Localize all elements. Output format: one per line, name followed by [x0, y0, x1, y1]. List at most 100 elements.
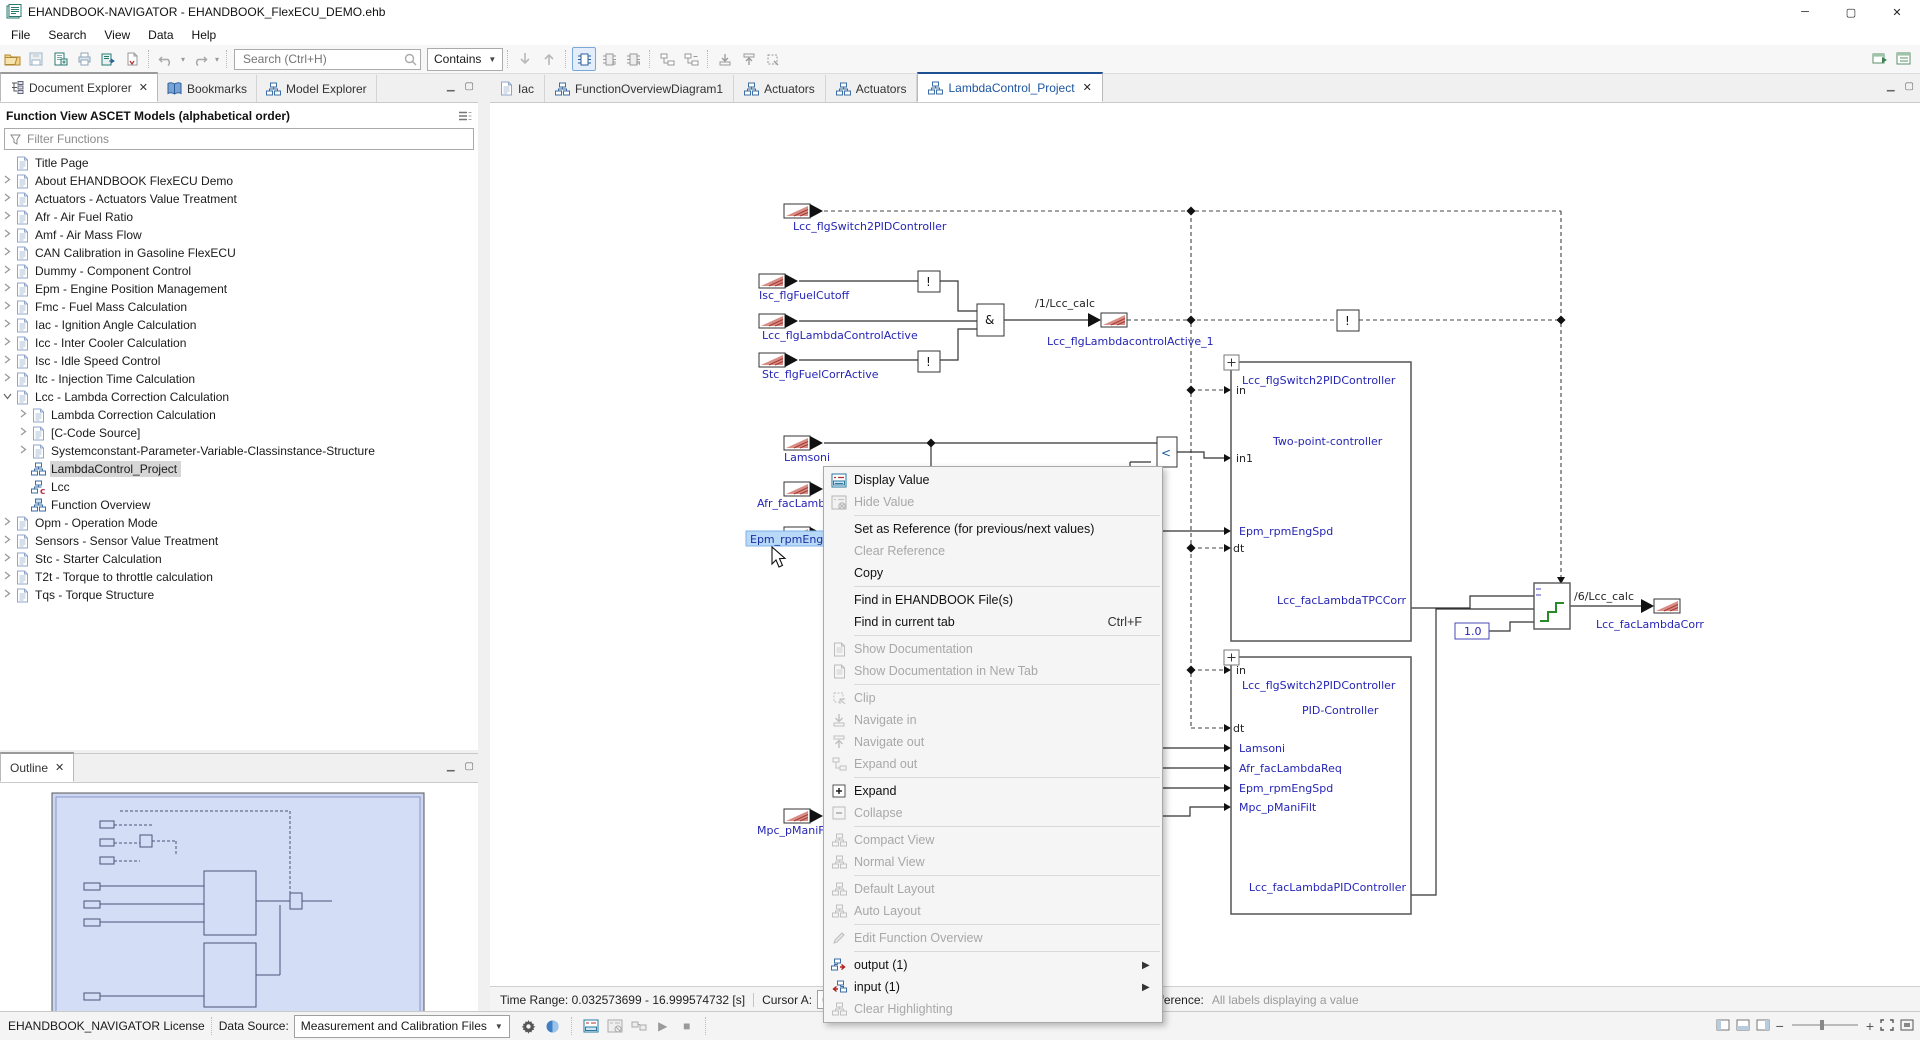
tree-item[interactable]: Fmc - Fuel Mass Calculation: [0, 298, 478, 316]
context-menu-item-copy[interactable]: Copy: [824, 562, 1162, 584]
pdf-export-button[interactable]: [121, 48, 143, 70]
tree-item[interactable]: Lambda Correction Calculation: [0, 406, 478, 424]
editor-tab-actuators[interactable]: Actuators: [826, 75, 918, 102]
expander-icon[interactable]: [0, 229, 14, 241]
diagram-values-tool-icon[interactable]: [628, 1015, 650, 1037]
search-input[interactable]: [241, 51, 404, 67]
tree-item[interactable]: Icc - Inter Cooler Calculation: [0, 334, 478, 352]
const-one-block[interactable]: 1.0: [1455, 623, 1489, 639]
redo-caret[interactable]: ▾: [212, 55, 222, 64]
save-button[interactable]: [25, 48, 47, 70]
expander-icon[interactable]: [0, 193, 14, 205]
tree-item[interactable]: Function Overview: [0, 496, 478, 514]
expander-icon[interactable]: [0, 175, 14, 187]
tree-item[interactable]: Lcc - Lambda Correction Calculation: [0, 388, 478, 406]
minimize-button[interactable]: ─: [1782, 0, 1828, 24]
minimize-panel-icon[interactable]: ▁: [1887, 81, 1895, 92]
maximize-panel-icon[interactable]: ▢: [465, 761, 474, 772]
two-point-controller-block[interactable]: Lcc_flgSwitch2PIDController in Two-point…: [1224, 355, 1411, 641]
close-icon[interactable]: ✕: [1083, 81, 1092, 94]
expander-icon[interactable]: [0, 301, 14, 313]
layout-left-icon[interactable]: [1716, 1019, 1730, 1034]
context-menu-item-set-as-reference-for-previous-next-values[interactable]: Set as Reference (for previous/next valu…: [824, 518, 1162, 540]
editor-tab-iac[interactable]: Iac: [490, 75, 545, 102]
pid-controller-block[interactable]: in Lcc_flgSwitch2PIDController PID-Contr…: [1224, 650, 1411, 914]
filter-functions-input[interactable]: Filter Functions: [4, 128, 474, 150]
tree-item[interactable]: cLcc: [0, 478, 478, 496]
navigate-in-toolbar-button[interactable]: [714, 48, 736, 70]
sink-lcc-faclambdacorr[interactable]: Lcc_facLambdaCorr: [1596, 599, 1704, 631]
minimize-panel-icon[interactable]: ▁: [447, 761, 455, 772]
tab-bookmarks[interactable]: Bookmarks: [158, 75, 257, 102]
not-block-1[interactable]: !: [918, 271, 940, 292]
close-icon[interactable]: ✕: [139, 81, 148, 94]
tree-item[interactable]: Sensors - Sensor Value Treatment: [0, 532, 478, 550]
source-epm-rpmengspd[interactable]: Epm_rpmEng: [746, 527, 828, 546]
settings-gear-icon[interactable]: [518, 1015, 540, 1037]
tree-item[interactable]: Stc - Starter Calculation: [0, 550, 478, 568]
close-icon[interactable]: ✕: [55, 761, 64, 774]
panel-splitter[interactable]: [478, 74, 490, 1012]
expander-icon[interactable]: [0, 265, 14, 277]
tree-item[interactable]: Opm - Operation Mode: [0, 514, 478, 532]
tree-item[interactable]: Title Page: [0, 154, 478, 172]
zoom-slider[interactable]: [1790, 1019, 1860, 1034]
minimize-panel-icon[interactable]: ▁: [447, 81, 455, 92]
print-button[interactable]: [73, 48, 95, 70]
menu-data[interactable]: Data: [139, 26, 182, 44]
new-window-icon[interactable]: [1869, 48, 1891, 70]
expander-icon[interactable]: [0, 337, 14, 349]
context-menu-item-display-value[interactable]: Display Value: [824, 469, 1162, 491]
layout-bottom-icon[interactable]: [1736, 1019, 1750, 1034]
display-value-tool-icon[interactable]: [580, 1015, 602, 1037]
expander-icon[interactable]: [0, 589, 14, 601]
tree-item[interactable]: [C-Code Source]: [0, 424, 478, 442]
expander-icon[interactable]: [0, 373, 14, 385]
expander-icon[interactable]: [0, 571, 14, 583]
expander-icon[interactable]: [0, 355, 14, 367]
not-block-3[interactable]: !: [1337, 310, 1359, 331]
undo-button[interactable]: [155, 48, 177, 70]
undo-caret[interactable]: ▾: [178, 55, 188, 64]
expander-icon[interactable]: [0, 535, 14, 547]
source-lamsoni[interactable]: Lamsoni: [784, 436, 830, 464]
menu-search[interactable]: Search: [39, 26, 95, 44]
search-box[interactable]: [234, 49, 421, 70]
zoom-in-icon[interactable]: +: [1866, 1018, 1874, 1034]
maximize-panel-icon[interactable]: ▢: [465, 81, 474, 92]
expander-icon[interactable]: [16, 427, 30, 439]
next-match-button[interactable]: [514, 48, 536, 70]
open-file-button[interactable]: [1, 48, 23, 70]
expander-icon[interactable]: [16, 445, 30, 457]
navigate-out-toolbar-button[interactable]: [738, 48, 760, 70]
source-stc-flgfuelcorractive[interactable]: Stc_flgFuelCorrActive: [759, 353, 879, 381]
search-mode-dropdown[interactable]: Contains ▼: [427, 48, 503, 71]
fit-to-window-icon[interactable]: [1880, 1019, 1894, 1034]
menu-file[interactable]: File: [2, 26, 39, 44]
source-isc-flgfuelcutoff[interactable]: Isc_flgFuelCutoff: [759, 274, 850, 302]
show-diagram-view-button[interactable]: [572, 47, 596, 71]
zoom-out-icon[interactable]: −: [1776, 1018, 1784, 1034]
source-mpc-pmanifilt[interactable]: Mpc_pManiF: [757, 809, 825, 837]
full-screen-icon[interactable]: [1900, 1019, 1914, 1034]
clip-toolbar-button[interactable]: [762, 48, 784, 70]
tree-item[interactable]: Amf - Air Mass Flow: [0, 226, 478, 244]
expander-icon[interactable]: [0, 517, 14, 529]
context-menu-item-input-1[interactable]: input (1)▶: [824, 976, 1162, 998]
context-menu-item-find-in-current-tab[interactable]: Find in current tabCtrl+F: [824, 611, 1162, 633]
close-button[interactable]: ✕: [1874, 0, 1920, 24]
previous-match-button[interactable]: [538, 48, 560, 70]
expander-icon[interactable]: [16, 409, 30, 421]
editor-tab-actuators[interactable]: Actuators: [734, 75, 826, 102]
tree-item[interactable]: Systemconstant-Parameter-Variable-Classi…: [0, 442, 478, 460]
export-book-button[interactable]: [97, 48, 119, 70]
hide-value-tool-icon[interactable]: [604, 1015, 626, 1037]
editor-tab-functionoverviewdiagram1[interactable]: FunctionOverviewDiagram1: [545, 75, 734, 102]
context-menu-item-expand[interactable]: Expand: [824, 780, 1162, 802]
menu-view[interactable]: View: [95, 26, 139, 44]
editor-tab-lambdacontrol_project[interactable]: LambdaControl_Project✕: [917, 72, 1102, 102]
expander-icon[interactable]: [0, 247, 14, 259]
and-gate[interactable]: &: [977, 304, 1004, 336]
tree-item[interactable]: Isc - Idle Speed Control: [0, 352, 478, 370]
tree-item[interactable]: Afr - Air Fuel Ratio: [0, 208, 478, 226]
